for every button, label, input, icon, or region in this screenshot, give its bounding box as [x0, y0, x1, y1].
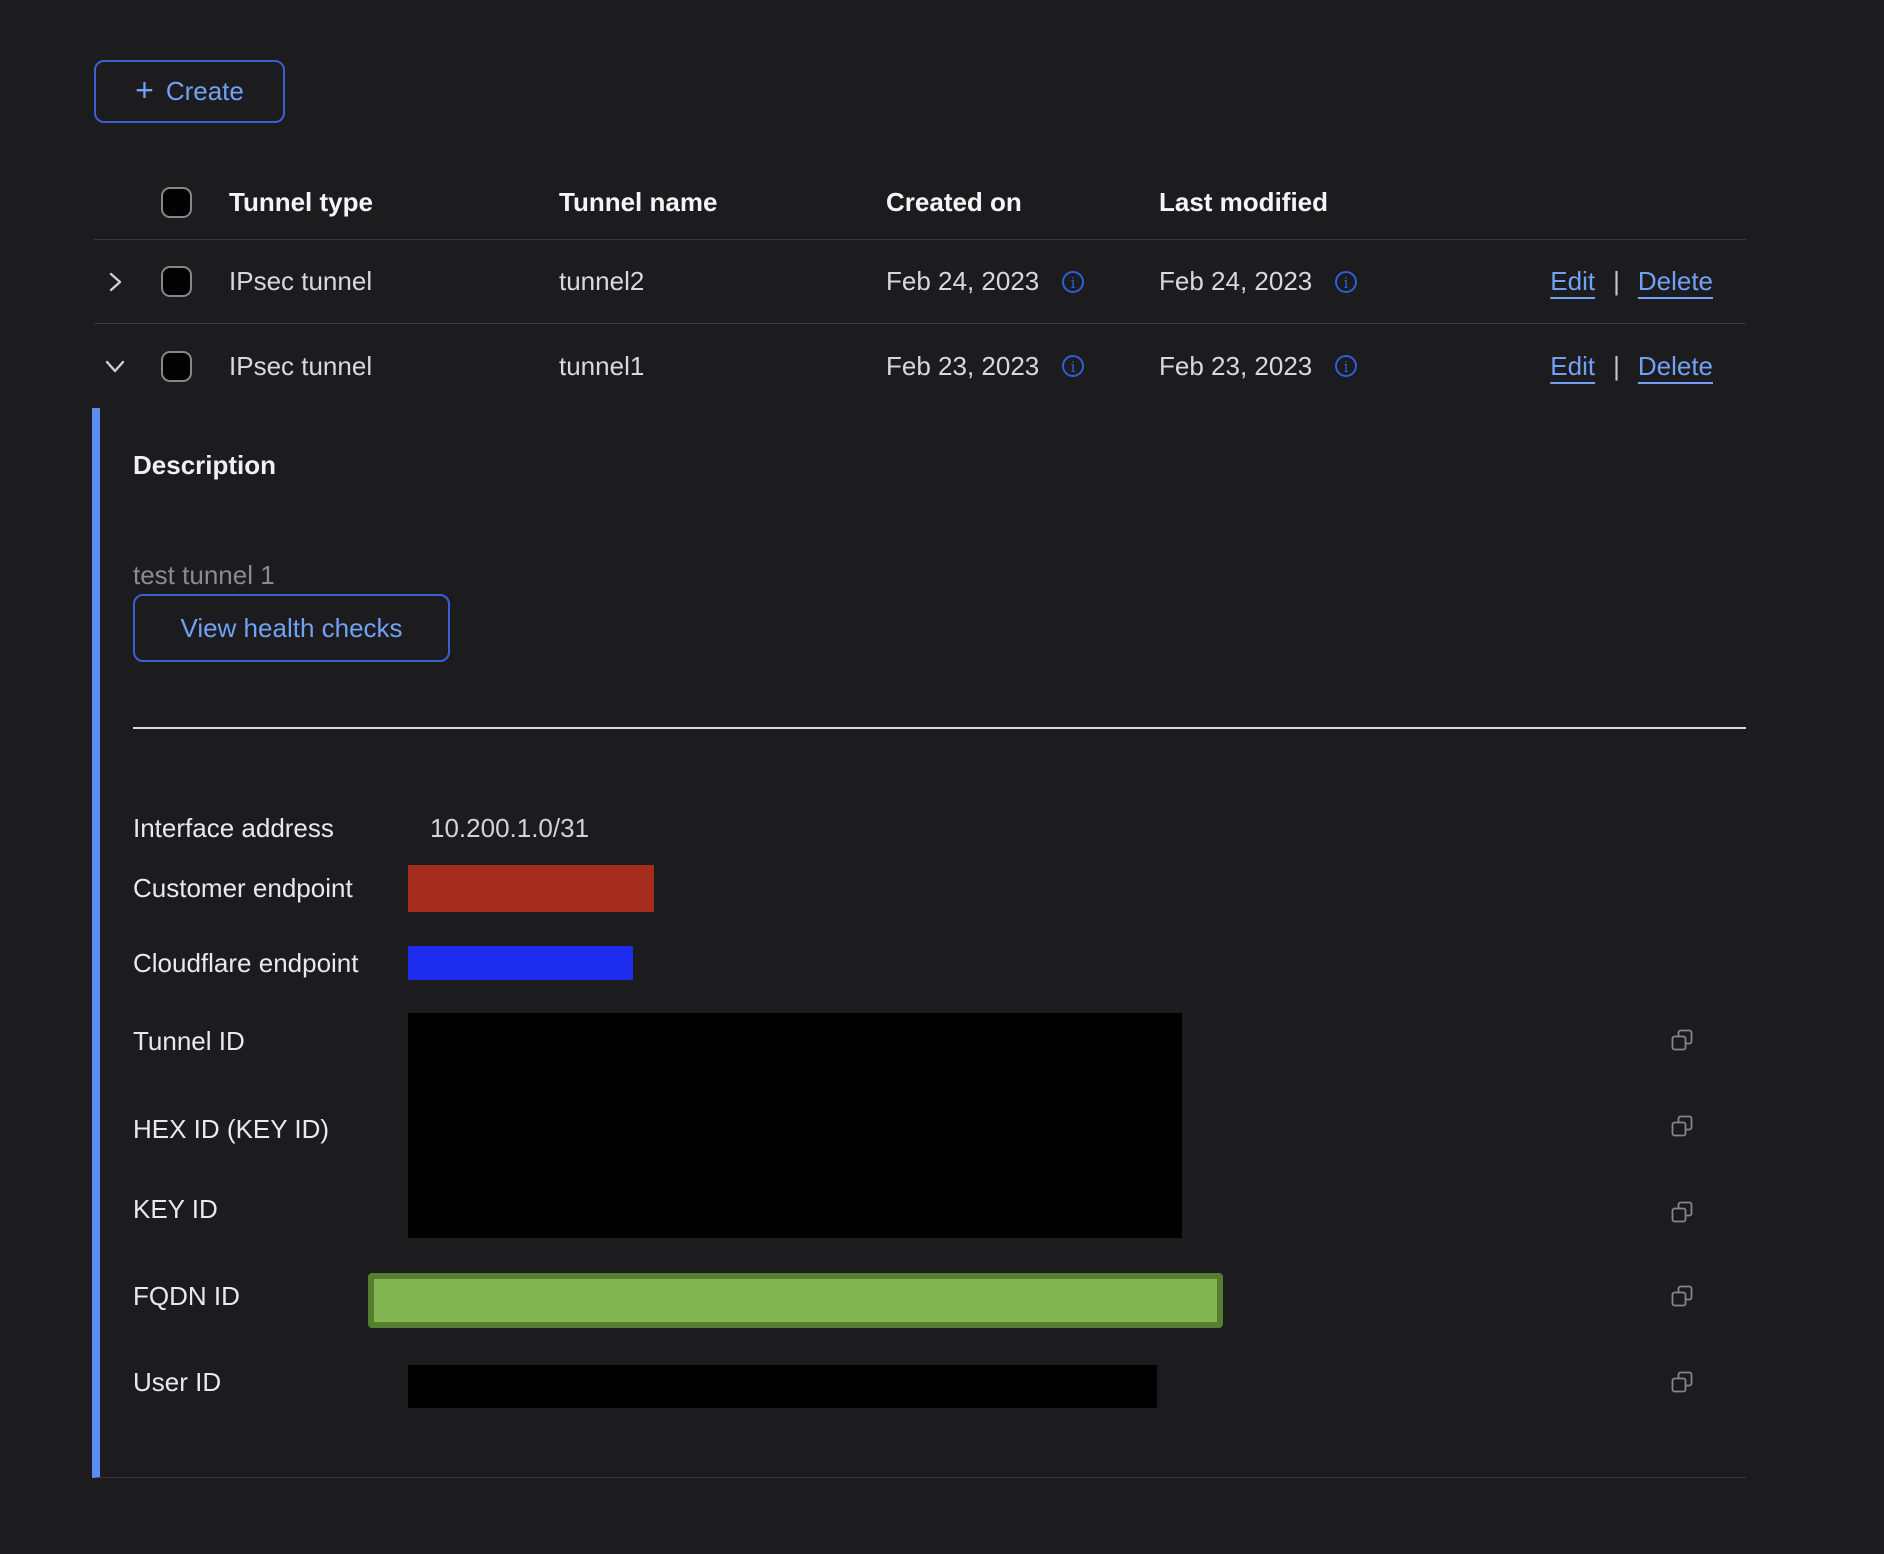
- row-checkbox[interactable]: [161, 351, 192, 382]
- create-button-label: Create: [166, 76, 244, 107]
- view-health-checks-button[interactable]: View health checks: [133, 594, 450, 662]
- header-last-modified: Last modified: [1159, 187, 1713, 218]
- section-divider: [133, 727, 1746, 729]
- view-health-checks-label: View health checks: [180, 613, 402, 644]
- delete-link[interactable]: Delete: [1638, 351, 1713, 382]
- svg-text:i: i: [1071, 358, 1076, 376]
- ids-redaction: [408, 1013, 1182, 1238]
- svg-text:i: i: [1344, 274, 1349, 292]
- cell-created-on: Feb 23, 2023: [886, 351, 1039, 382]
- field-label-fqdn-id: FQDN ID: [133, 1281, 240, 1311]
- info-icon[interactable]: i: [1333, 269, 1359, 295]
- table-row: IPsec tunnel tunnel1 Feb 23, 2023 i Feb …: [94, 324, 1746, 408]
- description-value: test tunnel 1: [133, 560, 275, 590]
- copy-icon[interactable]: [1668, 1026, 1696, 1054]
- edit-link[interactable]: Edit: [1550, 351, 1595, 382]
- description-label: Description: [133, 450, 276, 480]
- cell-last-modified: Feb 24, 2023: [1159, 266, 1312, 297]
- info-icon[interactable]: i: [1060, 269, 1086, 295]
- copy-icon[interactable]: [1668, 1368, 1696, 1396]
- field-value-interface-address: 10.200.1.0/31: [430, 813, 589, 843]
- tunnel-details-panel: Description test tunnel 1 View health ch…: [92, 408, 1746, 1478]
- tunnels-page: + Create Tunnel type Tunnel name Created…: [0, 0, 1884, 1554]
- info-icon[interactable]: i: [1333, 353, 1359, 379]
- edit-link[interactable]: Edit: [1550, 266, 1595, 297]
- cell-tunnel-type: IPsec tunnel: [229, 266, 559, 297]
- cell-tunnel-name: tunnel1: [559, 351, 886, 382]
- cell-created-on: Feb 24, 2023: [886, 266, 1039, 297]
- tunnels-table: Tunnel type Tunnel name Created on Last …: [94, 165, 1746, 408]
- select-all-checkbox[interactable]: [161, 187, 192, 218]
- action-separator: |: [1613, 266, 1620, 297]
- cloudflare-endpoint-redaction: [408, 946, 633, 980]
- table-row: IPsec tunnel tunnel2 Feb 24, 2023 i Feb …: [94, 240, 1746, 324]
- collapse-chevron-down-icon[interactable]: [102, 353, 149, 379]
- info-icon[interactable]: i: [1060, 353, 1086, 379]
- cell-tunnel-name: tunnel2: [559, 266, 886, 297]
- svg-text:i: i: [1071, 274, 1076, 292]
- cell-tunnel-type: IPsec tunnel: [229, 351, 559, 382]
- copy-icon[interactable]: [1668, 1112, 1696, 1140]
- field-label-interface-address: Interface address: [133, 813, 334, 843]
- svg-text:i: i: [1344, 358, 1349, 376]
- copy-icon[interactable]: [1668, 1282, 1696, 1310]
- delete-link[interactable]: Delete: [1638, 266, 1713, 297]
- field-label-key-id: KEY ID: [133, 1194, 218, 1224]
- copy-icon[interactable]: [1668, 1198, 1696, 1226]
- fqdn-id-redaction: [368, 1273, 1223, 1328]
- cell-last-modified: Feb 23, 2023: [1159, 351, 1312, 382]
- expand-chevron-right-icon[interactable]: [102, 269, 149, 295]
- field-label-cloudflare-endpoint: Cloudflare endpoint: [133, 948, 359, 978]
- field-label-user-id: User ID: [133, 1367, 221, 1397]
- table-header-row: Tunnel type Tunnel name Created on Last …: [94, 165, 1746, 240]
- customer-endpoint-redaction: [408, 865, 654, 912]
- field-label-tunnel-id: Tunnel ID: [133, 1026, 245, 1056]
- header-tunnel-name: Tunnel name: [559, 187, 886, 218]
- header-created-on: Created on: [886, 187, 1159, 218]
- plus-icon: +: [135, 74, 154, 106]
- field-label-customer-endpoint: Customer endpoint: [133, 873, 353, 903]
- create-button[interactable]: + Create: [94, 60, 285, 123]
- row-checkbox[interactable]: [161, 266, 192, 297]
- action-separator: |: [1613, 351, 1620, 382]
- field-label-hex-id: HEX ID (KEY ID): [133, 1114, 329, 1144]
- header-tunnel-type: Tunnel type: [229, 187, 559, 218]
- user-id-redaction: [408, 1365, 1157, 1408]
